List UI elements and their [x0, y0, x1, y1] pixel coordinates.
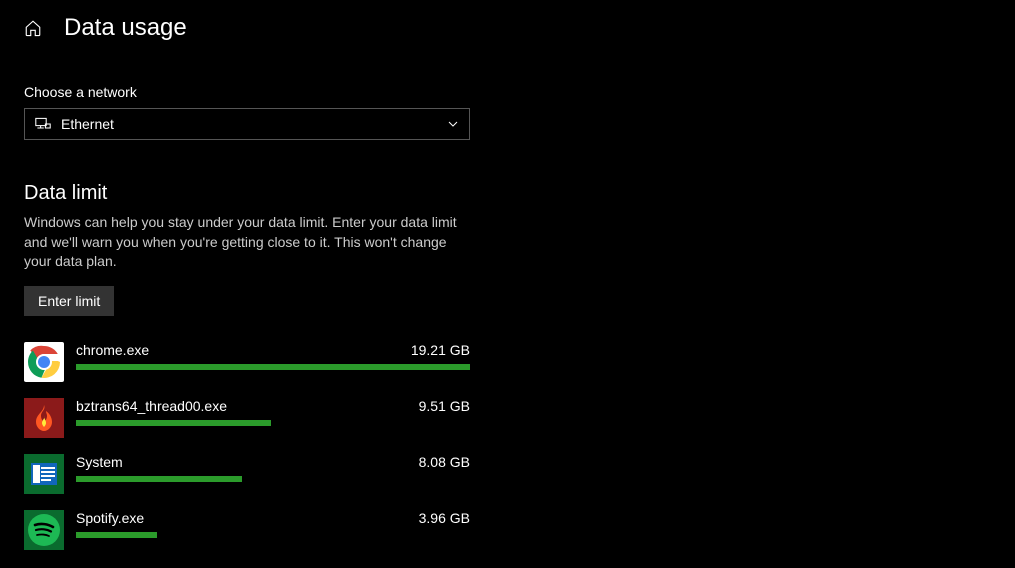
app-name: Spotify.exe	[76, 510, 144, 526]
app-usage: 9.51 GB	[419, 398, 470, 414]
chrome-icon	[24, 342, 64, 382]
apps-list: chrome.exe 19.21 GB bztrans64_thread00.e…	[24, 342, 470, 550]
network-label: Choose a network	[24, 84, 470, 100]
usage-bar	[76, 364, 470, 370]
flame-icon	[24, 398, 64, 438]
list-item: chrome.exe 19.21 GB	[24, 342, 470, 382]
app-usage: 3.96 GB	[419, 510, 470, 526]
app-name: bztrans64_thread00.exe	[76, 398, 227, 414]
app-usage: 8.08 GB	[419, 454, 470, 470]
spotify-icon	[24, 510, 64, 550]
app-name: chrome.exe	[76, 342, 149, 358]
list-item: System 8.08 GB	[24, 454, 470, 494]
ethernet-icon	[35, 117, 51, 131]
page-title: Data usage	[64, 14, 187, 42]
home-icon[interactable]	[24, 19, 42, 37]
usage-bar	[76, 532, 470, 538]
network-dropdown[interactable]: Ethernet	[24, 108, 470, 140]
enter-limit-button[interactable]: Enter limit	[24, 286, 114, 316]
system-icon	[24, 454, 64, 494]
list-item: bztrans64_thread00.exe 9.51 GB	[24, 398, 470, 438]
app-name: System	[76, 454, 123, 470]
list-item: Spotify.exe 3.96 GB	[24, 510, 470, 550]
data-limit-description: Windows can help you stay under your dat…	[24, 213, 464, 272]
usage-bar	[76, 420, 470, 426]
chevron-down-icon	[447, 118, 459, 130]
data-limit-title: Data limit	[24, 182, 470, 205]
app-usage: 19.21 GB	[411, 342, 470, 358]
usage-bar	[76, 476, 470, 482]
network-selected: Ethernet	[61, 116, 447, 132]
